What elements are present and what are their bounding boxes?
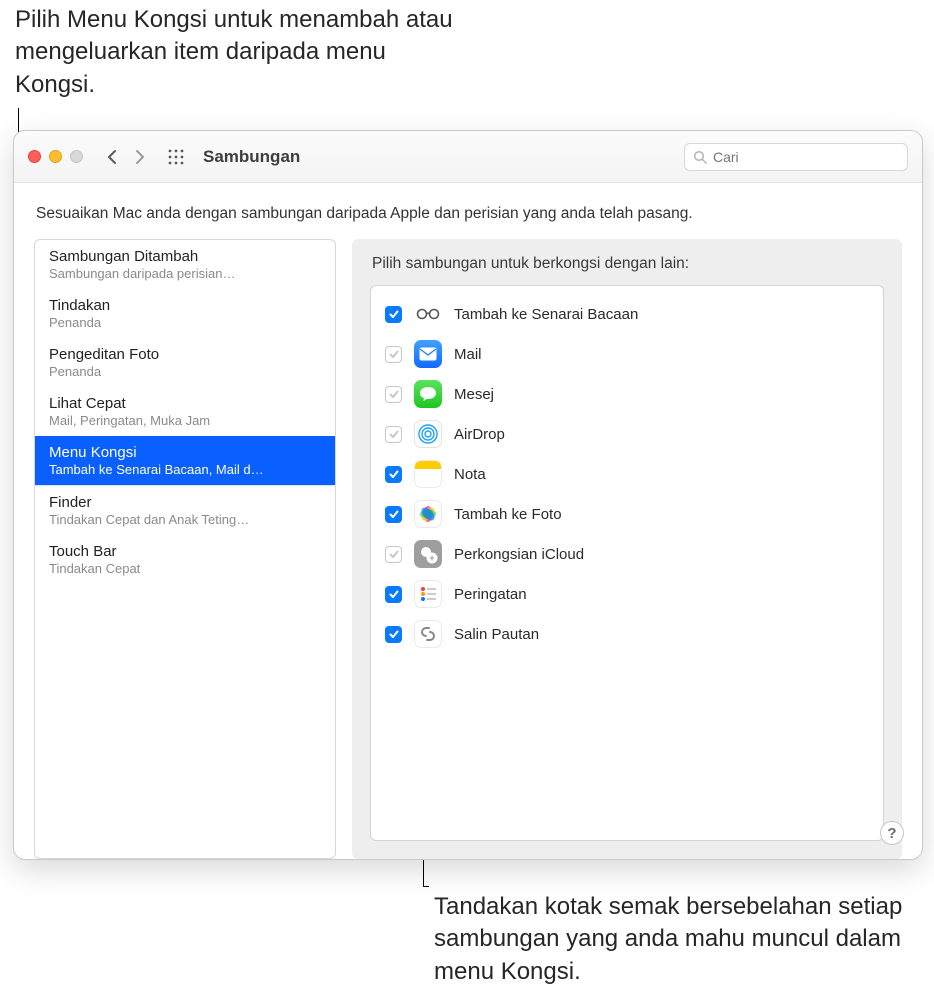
sidebar-item-subtitle: Tindakan Cepat [49, 561, 319, 576]
sidebar-item-subtitle: Penanda [49, 315, 319, 330]
sidebar-item-title: Touch Bar [49, 543, 321, 560]
check-icon [388, 588, 400, 600]
help-button[interactable]: ? [880, 821, 904, 845]
check-icon [388, 428, 400, 440]
extension-label: Mesej [454, 386, 494, 403]
show-all-button[interactable] [163, 145, 189, 169]
title-bar: Sambungan [14, 131, 922, 183]
sidebar-item-title: Menu Kongsi [49, 444, 321, 461]
sidebar-item-subtitle: Sambungan daripada perisian… [49, 266, 319, 281]
extension-checkbox [385, 426, 402, 443]
forward-button[interactable] [127, 145, 153, 169]
sidebar-item[interactable]: Menu KongsiTambah ke Senarai Bacaan, Mai… [35, 436, 335, 485]
messages-icon [414, 380, 442, 408]
nav-buttons [99, 145, 153, 169]
sidebar-item-title: Finder [49, 494, 321, 511]
notes-icon [414, 460, 442, 488]
sidebar-item[interactable]: Pengeditan FotoPenanda [35, 338, 335, 387]
window-controls [28, 150, 83, 163]
check-icon [388, 388, 400, 400]
reminders-icon [414, 580, 442, 608]
extension-label: Mail [454, 346, 482, 363]
sidebar-item[interactable]: Touch BarTindakan Cepat [35, 535, 335, 584]
extension-checkbox[interactable] [385, 466, 402, 483]
extension-checkbox [385, 346, 402, 363]
airdrop-icon [414, 420, 442, 448]
detail-heading: Pilih sambungan untuk berkongsi dengan l… [370, 253, 884, 285]
extension-row[interactable]: Tambah ke Foto [377, 494, 877, 534]
check-icon [388, 508, 400, 520]
back-button[interactable] [99, 145, 125, 169]
extension-list[interactable]: Tambah ke Senarai Bacaan Mail Mesej AirDrop… [370, 285, 884, 841]
check-icon [388, 628, 400, 640]
extension-label: Nota [454, 466, 486, 483]
extension-row[interactable]: Salin Pautan [377, 614, 877, 654]
sidebar-item-subtitle: Tambah ke Senarai Bacaan, Mail d… [49, 462, 319, 477]
search-field[interactable] [684, 143, 908, 171]
category-sidebar: Sambungan DitambahSambungan daripada per… [34, 239, 336, 859]
link-icon [414, 620, 442, 648]
annotation-top: Pilih Menu Kongsi untuk menambah atau me… [15, 4, 455, 101]
preferences-window: Sambungan Sesuaikan Mac anda dengan samb… [13, 130, 923, 860]
annotation-bottom: Tandakan kotak semak bersebelahan setiap… [434, 891, 914, 988]
check-icon [388, 308, 400, 320]
check-icon [388, 468, 400, 480]
sidebar-item[interactable]: FinderTindakan Cepat dan Anak Teting… [35, 486, 335, 535]
extension-row[interactable]: AirDrop [377, 414, 877, 454]
sidebar-item-title: Lihat Cepat [49, 395, 321, 412]
sidebar-item[interactable]: Lihat CepatMail, Peringatan, Muka Jam [35, 387, 335, 436]
chevron-right-icon [134, 149, 146, 165]
sidebar-item-title: Pengeditan Foto [49, 346, 321, 363]
search-input[interactable] [713, 149, 899, 165]
extension-label: Tambah ke Foto [454, 506, 562, 523]
extension-label: Tambah ke Senarai Bacaan [454, 306, 638, 323]
sidebar-item-title: Sambungan Ditambah [49, 248, 321, 265]
sidebar-item-subtitle: Tindakan Cepat dan Anak Teting… [49, 512, 319, 527]
sidebar-item[interactable]: Sambungan DitambahSambungan daripada per… [35, 240, 335, 289]
extension-checkbox [385, 546, 402, 563]
extension-row[interactable]: Mail [377, 334, 877, 374]
sidebar-item-subtitle: Mail, Peringatan, Muka Jam [49, 413, 319, 428]
extension-row[interactable]: + Perkongsian iCloud [377, 534, 877, 574]
minimize-button[interactable] [49, 150, 62, 163]
chevron-left-icon [106, 149, 118, 165]
pane-description: Sesuaikan Mac anda dengan sambungan dari… [34, 201, 902, 239]
extension-row[interactable]: Tambah ke Senarai Bacaan [377, 294, 877, 334]
extension-label: Perkongsian iCloud [454, 546, 584, 563]
grid-icon [167, 148, 185, 166]
detail-pane: Pilih sambungan untuk berkongsi dengan l… [352, 239, 902, 859]
extension-checkbox[interactable] [385, 506, 402, 523]
svg-text:+: + [429, 553, 434, 563]
extension-label: Peringatan [454, 586, 527, 603]
mail-icon [414, 340, 442, 368]
zoom-button [70, 150, 83, 163]
window-title: Sambungan [203, 147, 300, 167]
close-button[interactable] [28, 150, 41, 163]
extension-label: AirDrop [454, 426, 505, 443]
callout-line [423, 886, 429, 887]
extension-checkbox [385, 386, 402, 403]
extension-row[interactable]: Peringatan [377, 574, 877, 614]
extension-row[interactable]: Mesej [377, 374, 877, 414]
check-icon [388, 548, 400, 560]
extension-row[interactable]: Nota [377, 454, 877, 494]
search-icon [693, 150, 707, 164]
extension-checkbox[interactable] [385, 306, 402, 323]
reading-list-icon [414, 300, 442, 328]
sidebar-item-subtitle: Penanda [49, 364, 319, 379]
icloud-sharing-icon: + [414, 540, 442, 568]
photos-icon [414, 500, 442, 528]
extension-checkbox[interactable] [385, 586, 402, 603]
check-icon [388, 348, 400, 360]
sidebar-item-title: Tindakan [49, 297, 321, 314]
extension-checkbox[interactable] [385, 626, 402, 643]
extension-label: Salin Pautan [454, 626, 539, 643]
sidebar-item[interactable]: TindakanPenanda [35, 289, 335, 338]
